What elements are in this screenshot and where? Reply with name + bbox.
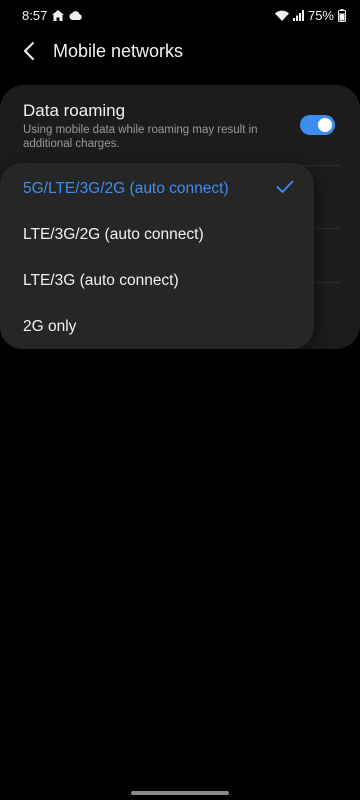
home-icon: [52, 10, 65, 21]
toggle-knob: [318, 118, 332, 132]
battery-icon: [338, 9, 346, 22]
network-mode-option[interactable]: 2G only: [0, 303, 314, 349]
battery-percent: 75%: [307, 8, 334, 23]
network-mode-option[interactable]: 5G/LTE/3G/2G (auto connect): [0, 165, 314, 211]
page-title: Mobile networks: [53, 41, 184, 61]
option-label: LTE/3G/2G (auto connect): [23, 226, 204, 243]
signal-icon: [292, 10, 304, 21]
data-roaming-title: Data roaming: [23, 101, 126, 120]
option-label: 5G/LTE/3G/2G (auto connect): [23, 180, 229, 197]
option-label: 2G only: [23, 318, 77, 335]
cloud-icon: [69, 11, 82, 20]
status-time: 8:57: [22, 8, 48, 23]
option-label: LTE/3G (auto connect): [23, 272, 179, 289]
back-button[interactable]: [14, 39, 44, 67]
wifi-icon: [274, 10, 289, 21]
checkmark-icon: [276, 180, 294, 199]
network-mode-option[interactable]: LTE/3G/2G (auto connect): [0, 211, 314, 257]
data-roaming-row[interactable]: Data roaming Using mobile data while roa…: [0, 85, 360, 165]
network-mode-option[interactable]: LTE/3G (auto connect): [0, 257, 314, 303]
status-bar: 8:57 75%: [0, 0, 360, 30]
data-roaming-description: Using mobile data while roaming may resu…: [23, 124, 258, 150]
navigation-handle[interactable]: [131, 791, 229, 795]
app-header: Mobile networks: [0, 30, 360, 76]
status-right: 75%: [274, 8, 346, 23]
status-left: 8:57: [22, 8, 82, 23]
chevron-left-icon: [23, 41, 35, 66]
network-mode-dropdown: 5G/LTE/3G/2G (auto connect) LTE/3G/2G (a…: [0, 163, 314, 349]
data-roaming-toggle[interactable]: [300, 115, 335, 135]
